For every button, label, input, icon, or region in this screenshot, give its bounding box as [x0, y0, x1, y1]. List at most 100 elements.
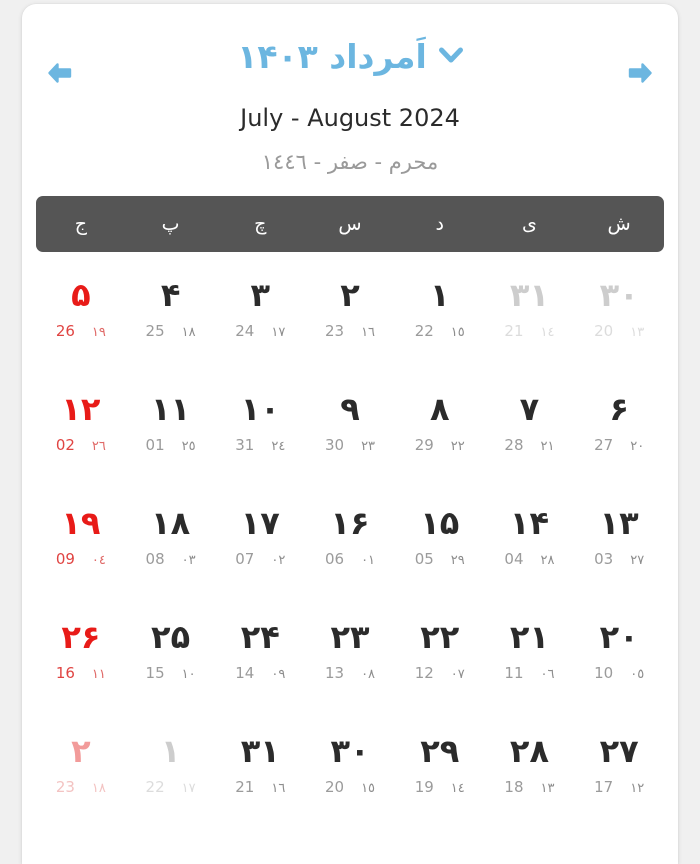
day-cell[interactable]: ۲۲ ٠٧ 12: [395, 594, 485, 708]
day-number-hijri: ٠٥: [630, 667, 645, 682]
day-cell[interactable]: ۳۱ ١٦ 21: [215, 708, 305, 822]
calendar-app: اَمرداد ۱۴۰۳ July - August 2024 محرم - ص…: [0, 0, 700, 864]
day-number-jalali: ۱۱: [151, 390, 191, 428]
day-number-jalali: ۵: [71, 276, 91, 314]
day-number-gregorian: 26: [55, 322, 75, 340]
day-cell[interactable]: ۸ ٢٢ 29: [395, 366, 485, 480]
page-title: اَمرداد ۱۴۰۳: [237, 37, 427, 76]
day-cell[interactable]: ۲ ١٨ 23: [36, 708, 126, 822]
calendar-header: اَمرداد ۱۴۰۳: [22, 4, 678, 100]
day-number-hijri: ١٤: [450, 781, 465, 796]
day-number-jalali: ۱۲: [61, 390, 101, 428]
day-cell[interactable]: ۳۰ ١٣ 20: [574, 252, 664, 366]
day-number-gregorian: 02: [55, 436, 75, 454]
day-cell[interactable]: ۱۹ ٠٤ 09: [36, 480, 126, 594]
day-cell[interactable]: ۲۷ ١٢ 17: [574, 708, 664, 822]
day-cell[interactable]: ۲۴ ٠٩ 14: [215, 594, 305, 708]
day-number-jalali: ۳۱: [240, 732, 280, 770]
day-cell[interactable]: ۲۶ ١١ 16: [36, 594, 126, 708]
day-number-gregorian: 01: [145, 436, 165, 454]
day-secondary-dates: ٢٥ 01: [145, 436, 196, 454]
day-cell[interactable]: ۳ ١٧ 24: [215, 252, 305, 366]
day-number-hijri: ٢٤: [271, 439, 286, 454]
day-cell[interactable]: ۱۵ ٢٩ 05: [395, 480, 485, 594]
day-number-hijri: ٢٢: [450, 439, 465, 454]
day-cell[interactable]: ۴ ١٨ 25: [126, 252, 216, 366]
day-number-jalali: ۲: [71, 732, 91, 770]
day-number-jalali: ۱: [160, 732, 181, 770]
day-number-hijri: ١٩: [91, 325, 106, 340]
month-selector[interactable]: اَمرداد ۱۴۰۳: [22, 40, 678, 73]
day-number-jalali: ۲۱: [509, 618, 549, 656]
day-number-jalali: ۲۸: [509, 732, 549, 770]
day-number-gregorian: 24: [235, 322, 255, 340]
day-number-gregorian: 20: [594, 322, 614, 340]
day-number-hijri: ١٠: [181, 667, 196, 682]
day-cell[interactable]: ۹ ٢٣ 30: [305, 366, 395, 480]
day-secondary-dates: ١٨ 25: [146, 324, 196, 340]
weekday-doshanbeh: د: [435, 212, 444, 235]
weekday-shanbeh: ش: [607, 212, 631, 235]
day-cell[interactable]: ۲ ١٦ 23: [305, 252, 395, 366]
day-cell[interactable]: ۱۰ ٢٤ 31: [215, 366, 305, 480]
day-number-hijri: ١٥: [450, 325, 465, 340]
day-number-jalali: ۲: [340, 276, 360, 314]
day-secondary-dates: ١٨ 23: [56, 780, 106, 796]
day-number-gregorian: 23: [324, 322, 345, 340]
day-secondary-dates: ٢٤ 31: [235, 438, 286, 454]
day-cell[interactable]: ۲۳ ٠٨ 13: [305, 594, 395, 708]
day-cell[interactable]: ۱ ١٧ 22: [126, 708, 216, 822]
day-number-jalali: ۱۰: [240, 390, 280, 428]
day-number-gregorian: 12: [414, 664, 434, 682]
day-cell[interactable]: ۶ ٢٠ 27: [574, 366, 664, 480]
chevron-down-icon: [438, 46, 463, 68]
day-cell[interactable]: ۲۵ ١٠ 15: [126, 594, 216, 708]
day-number-gregorian: 03: [594, 550, 614, 568]
day-secondary-dates: ٢٦ 02: [55, 436, 106, 454]
weekday-seshanbeh: س: [338, 212, 362, 235]
day-number-jalali: ۲۳: [330, 618, 370, 656]
day-cell[interactable]: ۳۱ ١٤ 21: [485, 252, 575, 366]
day-secondary-dates: ١٦ 21: [235, 780, 286, 796]
day-cell[interactable]: ۱۲ ٢٦ 02: [36, 366, 126, 480]
day-cell[interactable]: ۱۶ ٠١ 06: [305, 480, 395, 594]
day-cell[interactable]: ۲۹ ١٤ 19: [395, 708, 485, 822]
day-cell[interactable]: ۱۱ ٢٥ 01: [126, 366, 216, 480]
day-number-gregorian: 30: [324, 436, 345, 454]
day-number-hijri: ٢٥: [181, 439, 196, 454]
day-cell[interactable]: ۳۰ ١٥ 20: [305, 708, 395, 822]
day-cell[interactable]: ۲۰ ٠٥ 10: [574, 594, 664, 708]
day-cell[interactable]: ۱۷ ٠٢ 07: [215, 480, 305, 594]
day-number-gregorian: 08: [145, 550, 165, 568]
day-number-jalali: ۲۲: [420, 618, 460, 656]
day-number-hijri: ١٥: [361, 781, 376, 796]
day-cell[interactable]: ۵ ١٩ 26: [36, 252, 126, 366]
day-number-gregorian: 13: [324, 664, 345, 682]
day-number-jalali: ۳۰: [599, 276, 639, 314]
day-number-gregorian: 22: [145, 778, 165, 796]
day-number-gregorian: 10: [594, 664, 614, 682]
day-secondary-dates: ٠٣ 08: [145, 550, 196, 568]
day-cell[interactable]: ۱۴ ٢٨ 04: [485, 480, 575, 594]
day-cell[interactable]: ۱ ١٥ 22: [395, 252, 485, 366]
day-cell[interactable]: ۱۳ ٢٧ 03: [574, 480, 664, 594]
day-number-hijri: ٠٩: [271, 667, 286, 682]
day-number-jalali: ۱۳: [599, 504, 639, 542]
day-cell[interactable]: ۱۸ ٠٣ 08: [126, 480, 216, 594]
day-number-hijri: ٢٠: [630, 439, 645, 454]
day-number-jalali: ۳: [250, 276, 271, 314]
day-cell[interactable]: ۲۸ ١٣ 18: [485, 708, 575, 822]
day-cell[interactable]: ۲۱ ٠٦ 11: [485, 594, 575, 708]
day-secondary-dates: ٢٣ 30: [324, 436, 375, 454]
day-number-jalali: ۷: [519, 390, 540, 428]
calendar-grid: ۳۰ ١٣ 20 ۳۱ ١٤ 21 ۱ ١٥ 22 ۲ ١٦ 23 ۳ ١٧ 24 ۴ ١٨ 25 ۵ ١٩ 26 ۶ ٢٠…: [36, 252, 664, 822]
day-secondary-dates: ٢١ 28: [504, 438, 554, 454]
day-secondary-dates: ١٠ 15: [146, 666, 196, 682]
day-number-gregorian: 04: [504, 550, 524, 568]
next-month-button[interactable]: [616, 50, 664, 96]
day-number-hijri: ١٦: [271, 781, 286, 796]
day-number-gregorian: 20: [324, 778, 345, 796]
day-cell[interactable]: ۷ ٢١ 28: [485, 366, 575, 480]
day-number-hijri: ٠٤: [91, 553, 106, 568]
day-number-jalali: ۱۶: [330, 504, 370, 542]
